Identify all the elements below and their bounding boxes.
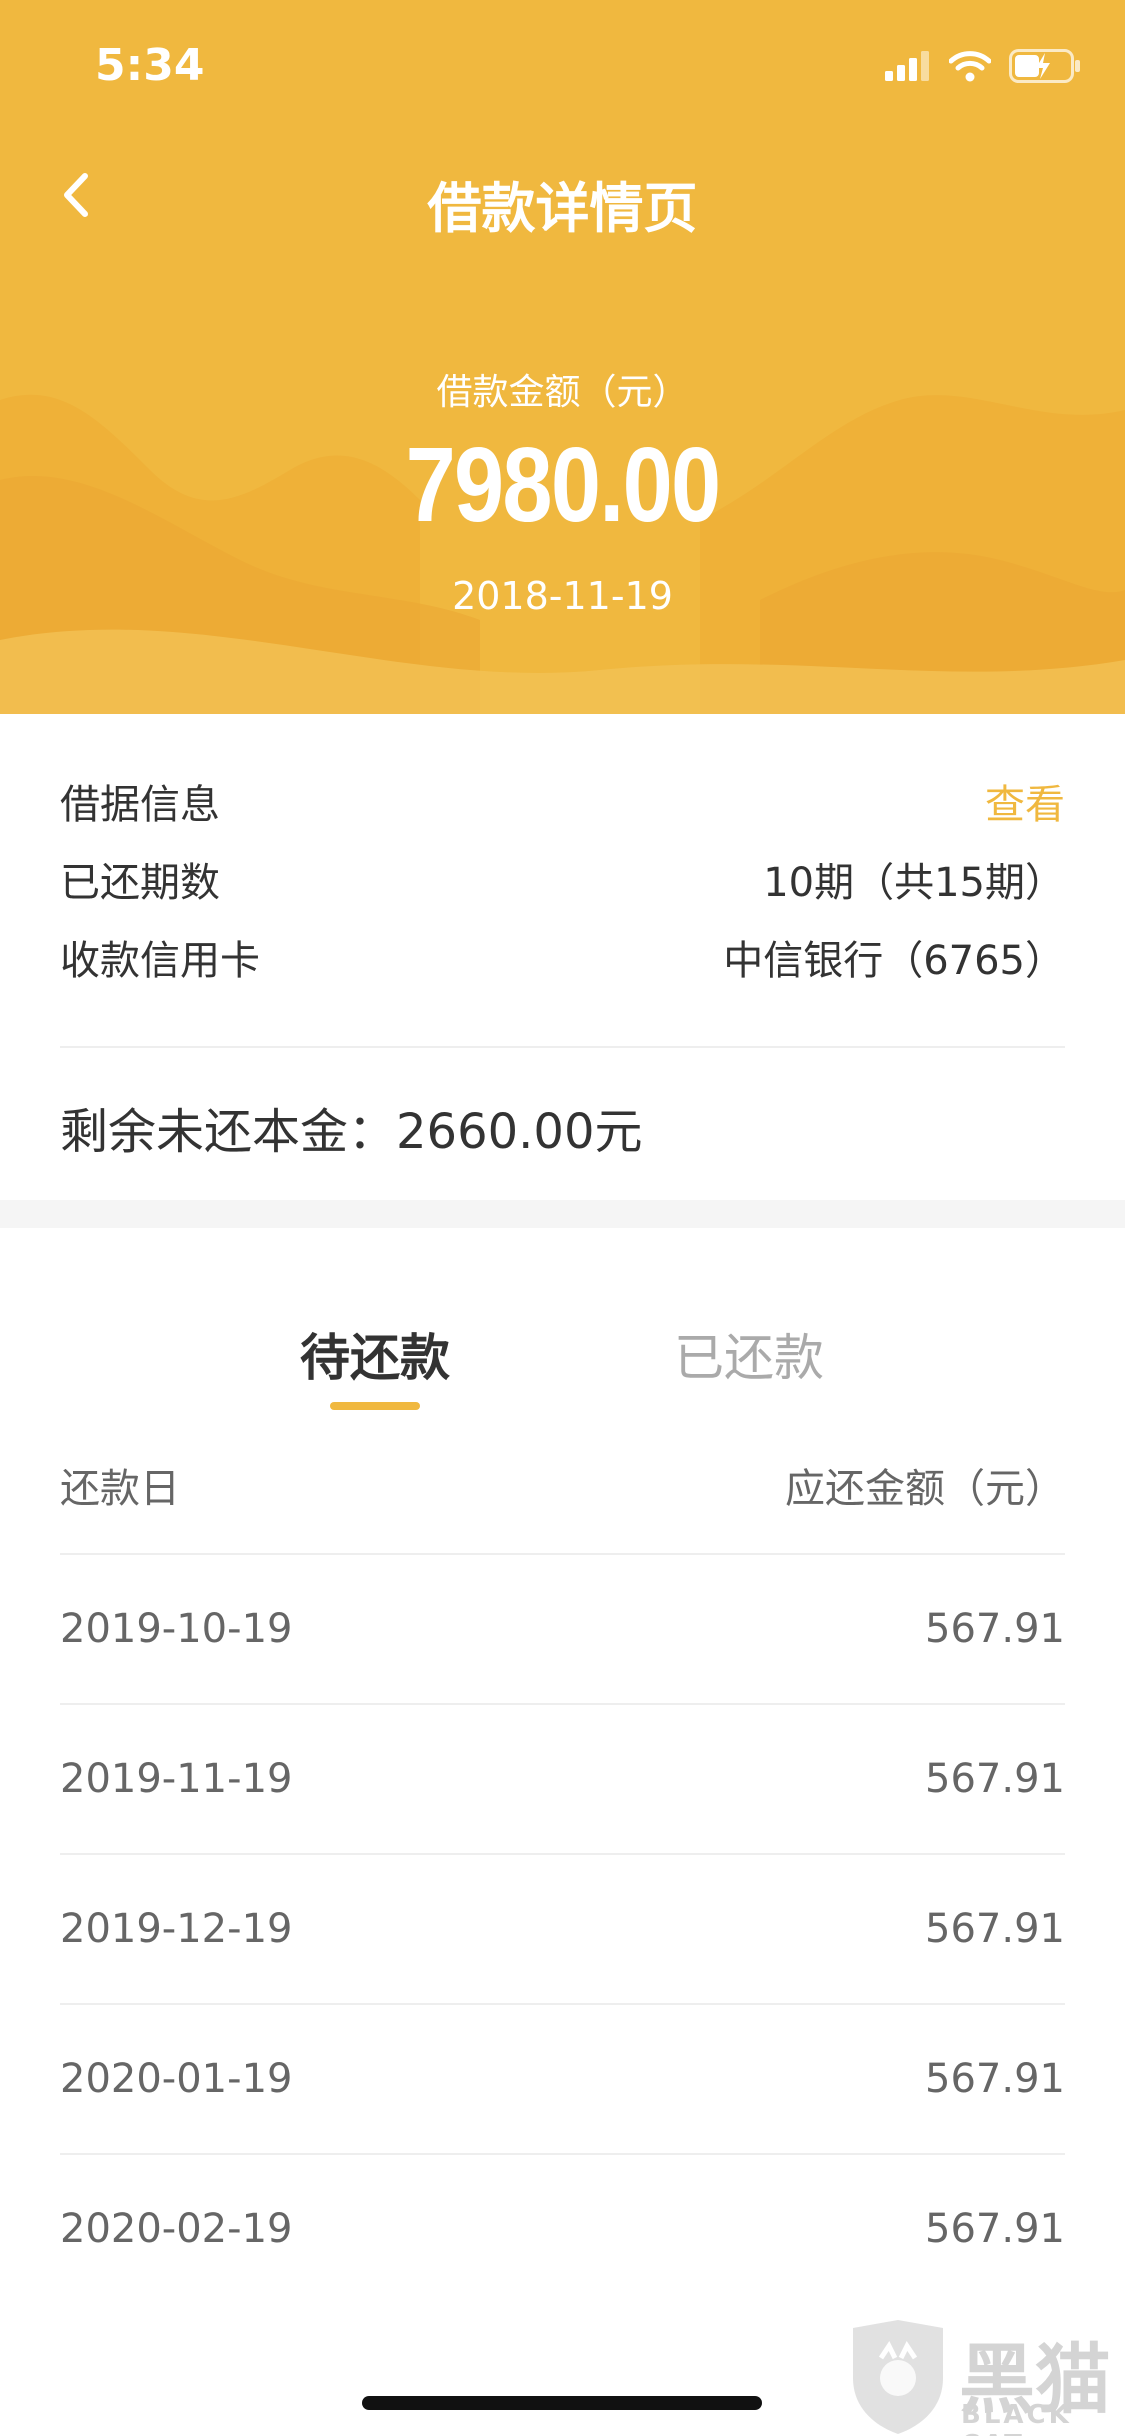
nav-bar: 借款详情页 bbox=[0, 140, 1125, 250]
section-separator bbox=[0, 1200, 1125, 1228]
loan-date: 2018-11-19 bbox=[452, 574, 673, 618]
info-row-card: 收款信用卡 中信银行（6765） bbox=[60, 922, 1065, 992]
column-header-date: 还款日 bbox=[60, 1466, 180, 1512]
row-date: 2020-01-19 bbox=[60, 2056, 293, 2102]
row-amount: 567.91 bbox=[925, 1606, 1065, 1652]
row-date: 2020-02-19 bbox=[60, 2206, 293, 2252]
table-row: 2019-10-19 567.91 bbox=[60, 1553, 1065, 1703]
row-date: 2019-11-19 bbox=[60, 1756, 293, 1802]
loan-info-section: 借据信息 查看 已还期数 10期（共15期） 收款信用卡 中信银行（6765） … bbox=[0, 714, 1125, 1200]
info-label: 借据信息 bbox=[60, 782, 220, 828]
home-indicator[interactable] bbox=[362, 2396, 762, 2410]
tab-pending[interactable]: 待还款 bbox=[300, 1318, 450, 1390]
loan-amount-value: 7980.00 bbox=[405, 426, 721, 544]
cat-shield-icon bbox=[853, 2320, 943, 2434]
info-row-receipt[interactable]: 借据信息 查看 bbox=[60, 766, 1065, 836]
row-amount: 567.91 bbox=[925, 1906, 1065, 1952]
table-header: 还款日 应还金额（元） bbox=[60, 1450, 1065, 1520]
row-amount: 567.91 bbox=[925, 2056, 1065, 2102]
black-cat-watermark: 黑猫 BLACK CAT bbox=[843, 2318, 1125, 2436]
info-value: 中信银行（6765） bbox=[723, 938, 1065, 984]
loan-header: 5:34 借款详情页 借款金额（元） 7980.00 2018-11-19 bbox=[0, 0, 1125, 714]
active-tab-indicator bbox=[330, 1402, 420, 1410]
info-value: 10期（共15期） bbox=[763, 860, 1065, 906]
signal-icon bbox=[885, 51, 931, 85]
table-row: 2019-12-19 567.91 bbox=[60, 1853, 1065, 2003]
remaining-principal: 剩余未还本金：2660.00元 bbox=[60, 1104, 643, 1160]
page-title: 借款详情页 bbox=[427, 177, 698, 240]
table-row: 2019-11-19 567.91 bbox=[60, 1703, 1065, 1853]
battery-charging-icon bbox=[1009, 49, 1081, 87]
column-header-amount: 应还金额（元） bbox=[785, 1466, 1065, 1512]
status-time: 5:34 bbox=[95, 40, 205, 91]
table-row: 2020-01-19 567.91 bbox=[60, 2003, 1065, 2153]
table-row: 2020-02-19 567.91 bbox=[60, 2153, 1065, 2303]
info-label: 已还期数 bbox=[60, 860, 220, 906]
row-date: 2019-12-19 bbox=[60, 1906, 293, 1952]
view-receipt-link[interactable]: 查看 bbox=[985, 772, 1065, 830]
info-label: 收款信用卡 bbox=[60, 938, 260, 984]
loan-amount-label: 借款金额（元） bbox=[436, 372, 689, 413]
row-amount: 567.91 bbox=[925, 2206, 1065, 2252]
tab-repaid[interactable]: 已还款 bbox=[674, 1318, 824, 1390]
row-amount: 567.91 bbox=[925, 1756, 1065, 1802]
row-date: 2019-10-19 bbox=[60, 1606, 293, 1652]
info-row-periods: 已还期数 10期（共15期） bbox=[60, 844, 1065, 914]
status-icons bbox=[885, 48, 1081, 88]
watermark-english: BLACK CAT bbox=[961, 2400, 1072, 2436]
repayment-tabs: 待还款 已还款 bbox=[0, 1228, 1125, 1428]
status-bar: 5:34 bbox=[0, 0, 1125, 140]
wifi-icon bbox=[948, 50, 992, 86]
divider bbox=[60, 1046, 1065, 1048]
